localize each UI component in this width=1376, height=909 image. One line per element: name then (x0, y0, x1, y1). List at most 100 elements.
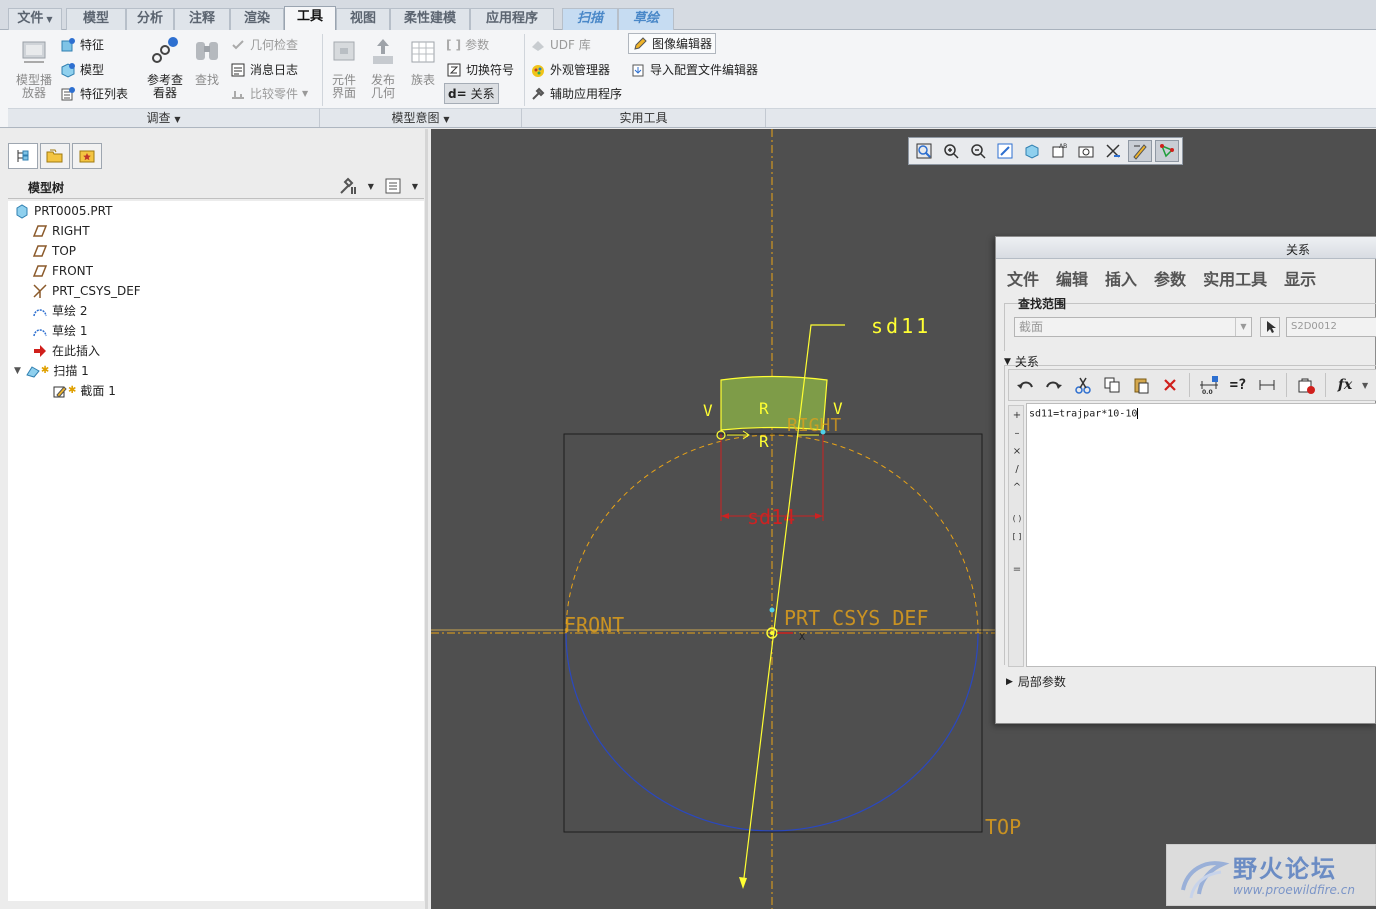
operator-plus-button[interactable]: + (1009, 410, 1025, 421)
tab-analysis[interactable]: 分析 (126, 8, 174, 30)
tree-item-top[interactable]: TOP (32, 241, 76, 261)
tree-item-front[interactable]: FRONT (32, 261, 93, 281)
relations-section-header[interactable]: ▼ 关系 (1004, 353, 1039, 370)
geometry-check-button[interactable]: 几何检查 (230, 36, 298, 53)
lookup-scope-select[interactable]: 截面 ▼ (1014, 317, 1252, 337)
model-tree-tab[interactable] (8, 143, 38, 169)
settings-tools-icon[interactable] (338, 177, 358, 195)
dialog-title-bar[interactable]: 关系 (996, 237, 1376, 259)
folder-browser-tab[interactable] (40, 143, 70, 169)
switch-dimensions-button[interactable]: 0.0 (1197, 373, 1221, 397)
operator-parentheses-button[interactable]: ( ) (1009, 514, 1025, 523)
compare-parts-button[interactable]: 比较零件 ▼ (230, 85, 308, 102)
tab-applications[interactable]: 应用程序 (470, 8, 554, 30)
tab-annotate[interactable]: 注释 (174, 8, 230, 30)
tree-item-csys[interactable]: PRT_CSYS_DEF (32, 281, 141, 301)
dimension-label-sd11[interactable]: sd11 (871, 314, 931, 338)
chevron-down-icon[interactable]: ▼ (368, 182, 374, 191)
operator-brackets-button[interactable]: [ ] (1009, 532, 1025, 541)
repaint-button[interactable] (993, 140, 1017, 162)
group-investigate-footer[interactable]: 调查 ▼ (8, 108, 320, 127)
chevron-down-icon[interactable]: ▼ (1362, 381, 1368, 390)
refit-button[interactable] (912, 140, 936, 162)
reference-viewer-button[interactable]: 参考查 看器 (144, 36, 186, 100)
evaluate-button[interactable]: =? (1226, 373, 1250, 397)
tree-item-right[interactable]: RIGHT (32, 221, 90, 241)
undo-button[interactable] (1013, 373, 1037, 397)
model-info-button[interactable]: 模型 (60, 61, 104, 78)
measure-distance-button[interactable] (1255, 373, 1279, 397)
parameters-button[interactable]: [ ] 参数 (446, 36, 489, 53)
display-style-button[interactable] (1020, 140, 1044, 162)
family-table-button[interactable]: 族表 (406, 36, 440, 87)
chevron-down-icon[interactable]: ▼ (412, 182, 418, 191)
feature-list-button[interactable]: 特征列表 (60, 85, 128, 102)
delete-button[interactable] (1158, 373, 1182, 397)
favorites-tab[interactable] (72, 143, 102, 169)
appearance-manager-button[interactable]: 外观管理器 (530, 61, 610, 78)
operator-equals-button[interactable]: = (1009, 564, 1025, 575)
menu-file[interactable]: 文件 (1007, 266, 1039, 290)
select-object-button[interactable] (1260, 317, 1280, 337)
import-config-editor-button[interactable]: 导入配置文件编辑器 (630, 61, 758, 78)
tree-item-insert-here[interactable]: 在此插入 (32, 341, 100, 361)
cut-button[interactable] (1071, 373, 1095, 397)
sketch-display-button[interactable] (1128, 140, 1152, 162)
zoom-in-button[interactable] (939, 140, 963, 162)
operator-divide-button[interactable]: / (1009, 464, 1025, 475)
saved-orientations-button[interactable]: AB (1047, 140, 1071, 162)
menu-insert[interactable]: 插入 (1105, 266, 1137, 290)
menu-edit[interactable]: 编辑 (1056, 266, 1088, 290)
publish-geometry-button[interactable]: 发布 几何 (366, 36, 400, 100)
sketch-view-button[interactable] (1155, 140, 1179, 162)
tab-sketch[interactable]: 草绘 (618, 8, 674, 30)
model-tree-tools: ▼ ▼ (338, 177, 418, 195)
paste-button[interactable] (1129, 373, 1153, 397)
udf-library-button[interactable]: UDF 库 (530, 36, 591, 53)
find-button[interactable]: 查找 (190, 36, 224, 87)
operator-minus-button[interactable]: – (1009, 428, 1025, 439)
relations-button[interactable]: d= 关系 (444, 83, 499, 104)
tree-item-sweep[interactable]: ▼ ✱ 扫描 1 (14, 361, 89, 381)
menu-parameters[interactable]: 参数 (1154, 266, 1186, 290)
tab-tools[interactable]: 工具 (284, 6, 336, 31)
view-manager-button[interactable] (1074, 140, 1098, 162)
insert-function-button[interactable]: fx (1333, 373, 1357, 397)
zoom-out-button[interactable] (966, 140, 990, 162)
local-parameters-section[interactable]: ▶ 局部参数 (1006, 673, 1066, 690)
tab-sweep[interactable]: 扫描 (562, 8, 618, 30)
switch-symbols-button[interactable]: 切换符号 (446, 61, 514, 78)
verify-relations-button[interactable] (1294, 373, 1318, 397)
show-list-icon[interactable] (384, 177, 402, 195)
expand-toggle-icon[interactable]: ▼ (14, 361, 21, 381)
redo-button[interactable] (1042, 373, 1066, 397)
tab-model[interactable]: 模型 (66, 8, 126, 30)
group-model-intent-footer[interactable]: 模型意图 ▼ (320, 108, 522, 127)
tab-flexible-modeling[interactable]: 柔性建模 (390, 8, 470, 30)
tab-file[interactable]: 文件 ▼ (8, 8, 62, 30)
group-utilities-footer[interactable]: 实用工具 (522, 108, 766, 127)
tree-item-section[interactable]: ✱ 截面 1 (52, 381, 116, 401)
tree-item-sketch-1[interactable]: 草绘 1 (32, 321, 87, 341)
tab-view[interactable]: 视图 (336, 8, 390, 30)
operator-power-button[interactable]: ^ (1009, 482, 1025, 493)
component-interface-button[interactable]: 元件 界面 (328, 36, 360, 100)
model-player-button[interactable]: 模型播 放器 (12, 36, 56, 100)
compare-parts-icon (232, 90, 244, 99)
message-log-button[interactable]: 消息日志 (230, 61, 298, 78)
copy-button[interactable] (1100, 373, 1124, 397)
relations-editor[interactable]: sd11=trajpar*10-10 (1026, 403, 1376, 667)
menu-utilities[interactable]: 实用工具 (1203, 266, 1267, 290)
image-editor-button[interactable]: 图像编辑器 (628, 33, 717, 54)
tree-item-sketch-2[interactable]: 草绘 2 (32, 301, 87, 321)
tree-item-part[interactable]: PRT0005.PRT (14, 201, 112, 221)
group-divider (524, 34, 525, 106)
feature-info-button[interactable]: 特征 (60, 36, 104, 53)
operator-multiply-button[interactable]: × (1009, 446, 1025, 457)
auxiliary-applications-button[interactable]: 辅助应用程序 (530, 85, 622, 102)
datum-display-button[interactable] (1101, 140, 1125, 162)
section-symbol-field[interactable]: S2D0012 (1286, 317, 1376, 337)
toolbar-divider (1286, 373, 1287, 397)
tab-render[interactable]: 渲染 (230, 8, 284, 30)
menu-display[interactable]: 显示 (1284, 266, 1316, 290)
